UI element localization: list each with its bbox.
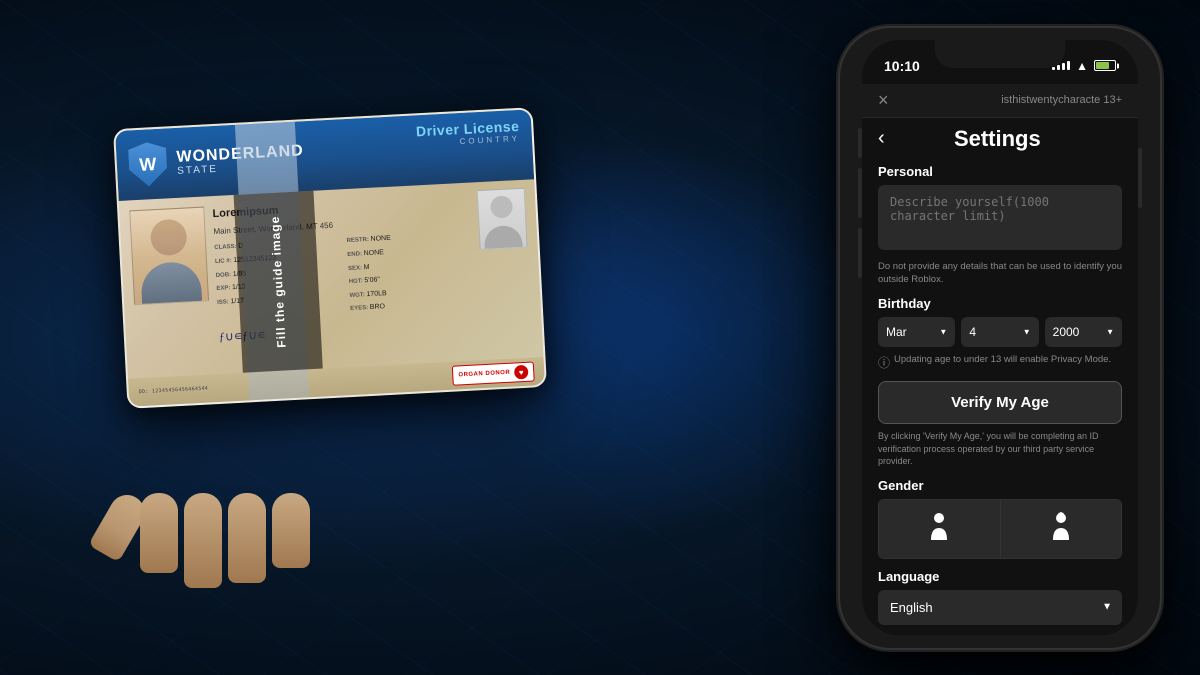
day-select[interactable]: 123 45 [961,317,1038,347]
organ-donor-badge: ORGAN DONOR ♥ [452,361,535,385]
language-label: Language [878,569,1122,584]
id-card-section: W WONDERLAND STATE Driver License COUNTR… [40,58,620,618]
signal-bar-2 [1057,65,1060,70]
gender-label: Gender [878,478,1122,493]
personal-label: Personal [878,164,1122,179]
restr-value: NONE [370,235,391,243]
signal-bar-1 [1052,67,1055,70]
fill-guide-overlay: Fill the guide image [234,190,323,372]
end-value: NONE [363,249,384,257]
language-select[interactable]: English Spanish French German Portuguese [878,590,1122,625]
month-select-wrapper: JanFebMar AprMayJun JulAugSep OctNovDec … [878,317,955,347]
day-select-wrapper: 123 45 ▼ [961,317,1038,347]
logo-letter: W [139,154,157,173]
app-header: × isthistwentycharacte 13+ [862,84,1138,118]
settings-content: Personal Do not provide any details that… [862,156,1138,626]
scene: W WONDERLAND STATE Driver License COUNTR… [0,0,1200,675]
phone-frame: 10:10 ▲ [840,28,1160,648]
finger-4 [272,493,310,568]
shield-logo: W [128,141,168,187]
status-icons: ▲ [1052,59,1116,73]
fingers [140,493,310,588]
age-warning-text: Updating age to under 13 will enable Pri… [894,353,1111,366]
signal-bar-4 [1067,61,1070,70]
app-header-title: isthistwentycharacte 13+ [1001,94,1122,106]
gender-male-option[interactable] [879,500,1001,558]
organ-donor-text: ORGAN DONOR [458,369,510,378]
back-button[interactable]: ‹ [878,127,885,150]
info-icon: ⓘ [878,354,890,371]
sex-value: M [364,263,370,270]
phone-section: 10:10 ▲ [820,18,1180,658]
birthday-row: JanFebMar AprMayJun JulAugSep OctNovDec … [878,317,1122,347]
eyes-value: BRO [370,303,386,311]
power-button [1138,148,1142,208]
card-small-photo [477,187,528,249]
month-select[interactable]: JanFebMar AprMayJun JulAugSep OctNovDec [878,317,955,347]
verify-helper: By clicking 'Verify My Age,' you will be… [878,430,1122,468]
card-body: Loremipsum Main Street, Wonderland, MT 4… [119,179,543,360]
phone-notch [935,40,1065,68]
language-select-wrapper: English Spanish French German Portuguese… [878,590,1122,625]
card-photo [129,206,209,305]
settings-nav: ‹ Settings [862,118,1138,156]
phone-screen: 10:10 ▲ [862,40,1138,636]
card-title-area: Driver License COUNTRY [416,117,521,147]
personal-helper: Do not provide any details that can be u… [878,260,1122,287]
gender-row [878,499,1122,559]
volume-up-button [858,168,862,218]
battery-fill [1096,62,1109,69]
finger-1 [140,493,178,573]
personal-textarea[interactable] [878,185,1122,250]
photo-head [149,218,187,256]
finger-3 [228,493,266,583]
status-time: 10:10 [884,58,920,74]
signal-bar-3 [1062,63,1065,70]
hgt-value: 5'06" [364,276,380,284]
settings-title: Settings [893,126,1102,152]
age-warning: ⓘ Updating age to under 13 will enable P… [878,353,1122,371]
id-card: W WONDERLAND STATE Driver License COUNTR… [113,107,547,409]
photo-body [140,260,202,303]
male-icon [927,512,951,546]
nonbinary-icon [1049,512,1073,546]
settings-screen: ‹ Settings Personal Do not provide any d… [862,118,1138,626]
card-bottom: DD: 12345456456464544 ORGAN DONOR ♥ [128,356,545,406]
state-info: WONDERLAND STATE [176,141,305,176]
close-button[interactable]: × [878,90,889,111]
wifi-icon: ▲ [1076,59,1088,73]
year-select-wrapper: 199819992000 20012002 ▼ [1045,317,1122,347]
volume-down-button [858,228,862,278]
battery-icon [1094,60,1116,71]
finger-2 [184,493,222,588]
mute-button [858,128,862,158]
hand-area: W WONDERLAND STATE Driver License COUNTR… [40,58,620,618]
year-select[interactable]: 199819992000 20012002 [1045,317,1122,347]
organ-donor-icon: ♥ [514,364,529,379]
wgt-value: 170LB [366,289,387,297]
birthday-label: Birthday [878,296,1122,311]
fill-guide-text: Fill the guide image [268,215,289,348]
gender-other-option[interactable] [1001,500,1122,558]
small-photo-body [484,224,523,248]
small-photo-head [490,195,513,218]
verify-age-button[interactable]: Verify My Age [878,381,1122,424]
dd-number: DD: 12345456456464544 [139,385,209,395]
